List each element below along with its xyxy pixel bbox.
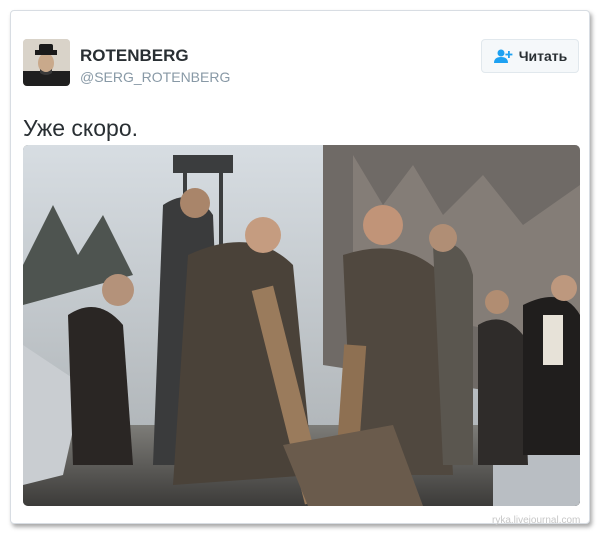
watermark: ryka.livejournal.com: [492, 515, 581, 526]
tweet-photo[interactable]: [23, 145, 580, 506]
add-user-icon: [493, 49, 513, 63]
author-handle[interactable]: @SERG_ROTENBERG: [80, 69, 230, 85]
follow-button[interactable]: Читать: [481, 39, 579, 73]
avatar-photo: [23, 39, 70, 86]
follow-label: Читать: [518, 48, 568, 64]
avatar[interactable]: [23, 39, 70, 86]
author-name[interactable]: ROTENBERG: [80, 46, 189, 66]
tweet-text: Уже скоро.: [23, 115, 138, 141]
film-still-photo: [23, 145, 580, 506]
tweet-card: ROTENBERG @SERG_ROTENBERG Читать Уже ско…: [10, 10, 590, 524]
